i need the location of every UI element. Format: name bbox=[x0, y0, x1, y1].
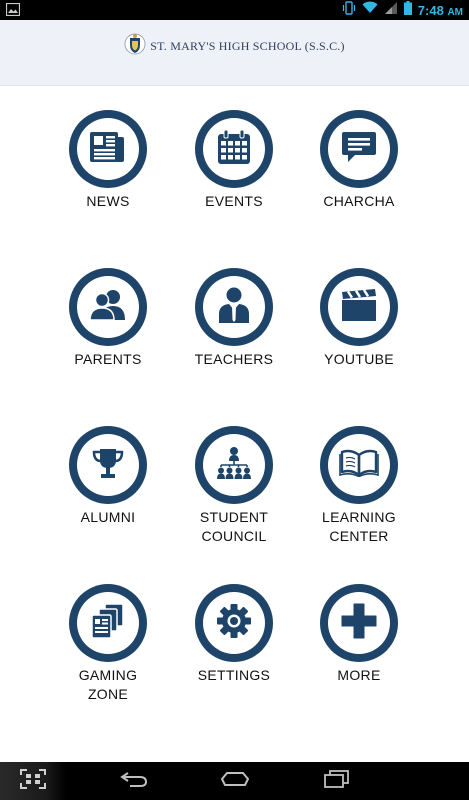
app-header: ST. MARY'S HIGH SCHOOL (S.S.C.) bbox=[0, 20, 469, 86]
people-icon bbox=[88, 288, 128, 327]
menu-label: CHARCHA bbox=[323, 193, 395, 209]
plus-icon bbox=[340, 602, 378, 645]
status-bar: 7:48 AM bbox=[0, 0, 469, 20]
home-button[interactable] bbox=[205, 762, 265, 800]
menu-label: PARENTS bbox=[74, 351, 142, 367]
menu-label: GAMING ZONE bbox=[78, 667, 138, 702]
back-icon bbox=[120, 771, 148, 792]
menu-label: TEACHERS bbox=[194, 351, 274, 367]
school-crest-icon bbox=[124, 32, 146, 61]
signal-icon bbox=[384, 1, 398, 20]
newspaper-icon bbox=[88, 129, 128, 170]
menu-label: EVENTS bbox=[205, 193, 263, 209]
home-icon bbox=[220, 771, 250, 791]
clock-ampm: AM bbox=[447, 6, 463, 18]
system-nav-bar bbox=[0, 762, 469, 800]
menu-label: STUDENT COUNCIL bbox=[199, 509, 269, 544]
menu-grid: NEWS EVENTS CHARCHA PARENTS TEACHERS YOU… bbox=[0, 86, 469, 762]
school-brand: ST. MARY'S HIGH SCHOOL (S.S.C.) bbox=[0, 32, 469, 61]
battery-icon bbox=[403, 0, 412, 20]
teacher-icon bbox=[217, 286, 251, 329]
calendar-icon bbox=[217, 129, 251, 170]
menu-item-youtube[interactable]: YOUTUBE bbox=[284, 268, 434, 408]
image-icon bbox=[5, 2, 21, 21]
clock-time: 7:48 bbox=[417, 2, 444, 18]
back-button[interactable] bbox=[104, 762, 164, 800]
gear-icon bbox=[216, 603, 252, 644]
menu-item-charcha[interactable]: CHARCHA bbox=[284, 110, 434, 250]
menu-item-more[interactable]: MORE bbox=[284, 584, 434, 724]
menu-item-learning-center[interactable]: LEARNING CENTER bbox=[284, 426, 434, 566]
menu-label: SETTINGS bbox=[197, 667, 271, 683]
menu-label: NEWS bbox=[86, 193, 130, 209]
clapperboard-icon bbox=[340, 288, 378, 327]
menu-label: LEARNING CENTER bbox=[322, 509, 396, 544]
menu-label: ALUMNI bbox=[80, 509, 136, 525]
hierarchy-icon bbox=[215, 446, 253, 485]
menu-label: YOUTUBE bbox=[324, 351, 394, 367]
trophy-icon bbox=[91, 446, 125, 485]
vibrate-icon bbox=[342, 0, 356, 20]
recents-button[interactable] bbox=[306, 762, 366, 800]
scan-icon bbox=[20, 768, 46, 794]
chat-bubble-icon bbox=[341, 130, 377, 169]
menu-label: MORE bbox=[337, 667, 381, 683]
documents-icon bbox=[89, 602, 127, 645]
open-book-icon bbox=[339, 449, 379, 482]
app-screen: 7:48 AM ST. MARY'S HIGH SCHOOL (S.S.C.) bbox=[0, 0, 469, 800]
clock: 7:48 AM bbox=[418, 3, 463, 18]
wifi-icon bbox=[362, 1, 378, 19]
scan-button[interactable] bbox=[0, 762, 66, 800]
recents-icon bbox=[323, 769, 349, 793]
school-name: ST. MARY'S HIGH SCHOOL (S.S.C.) bbox=[150, 38, 345, 53]
news-ring bbox=[69, 110, 147, 188]
